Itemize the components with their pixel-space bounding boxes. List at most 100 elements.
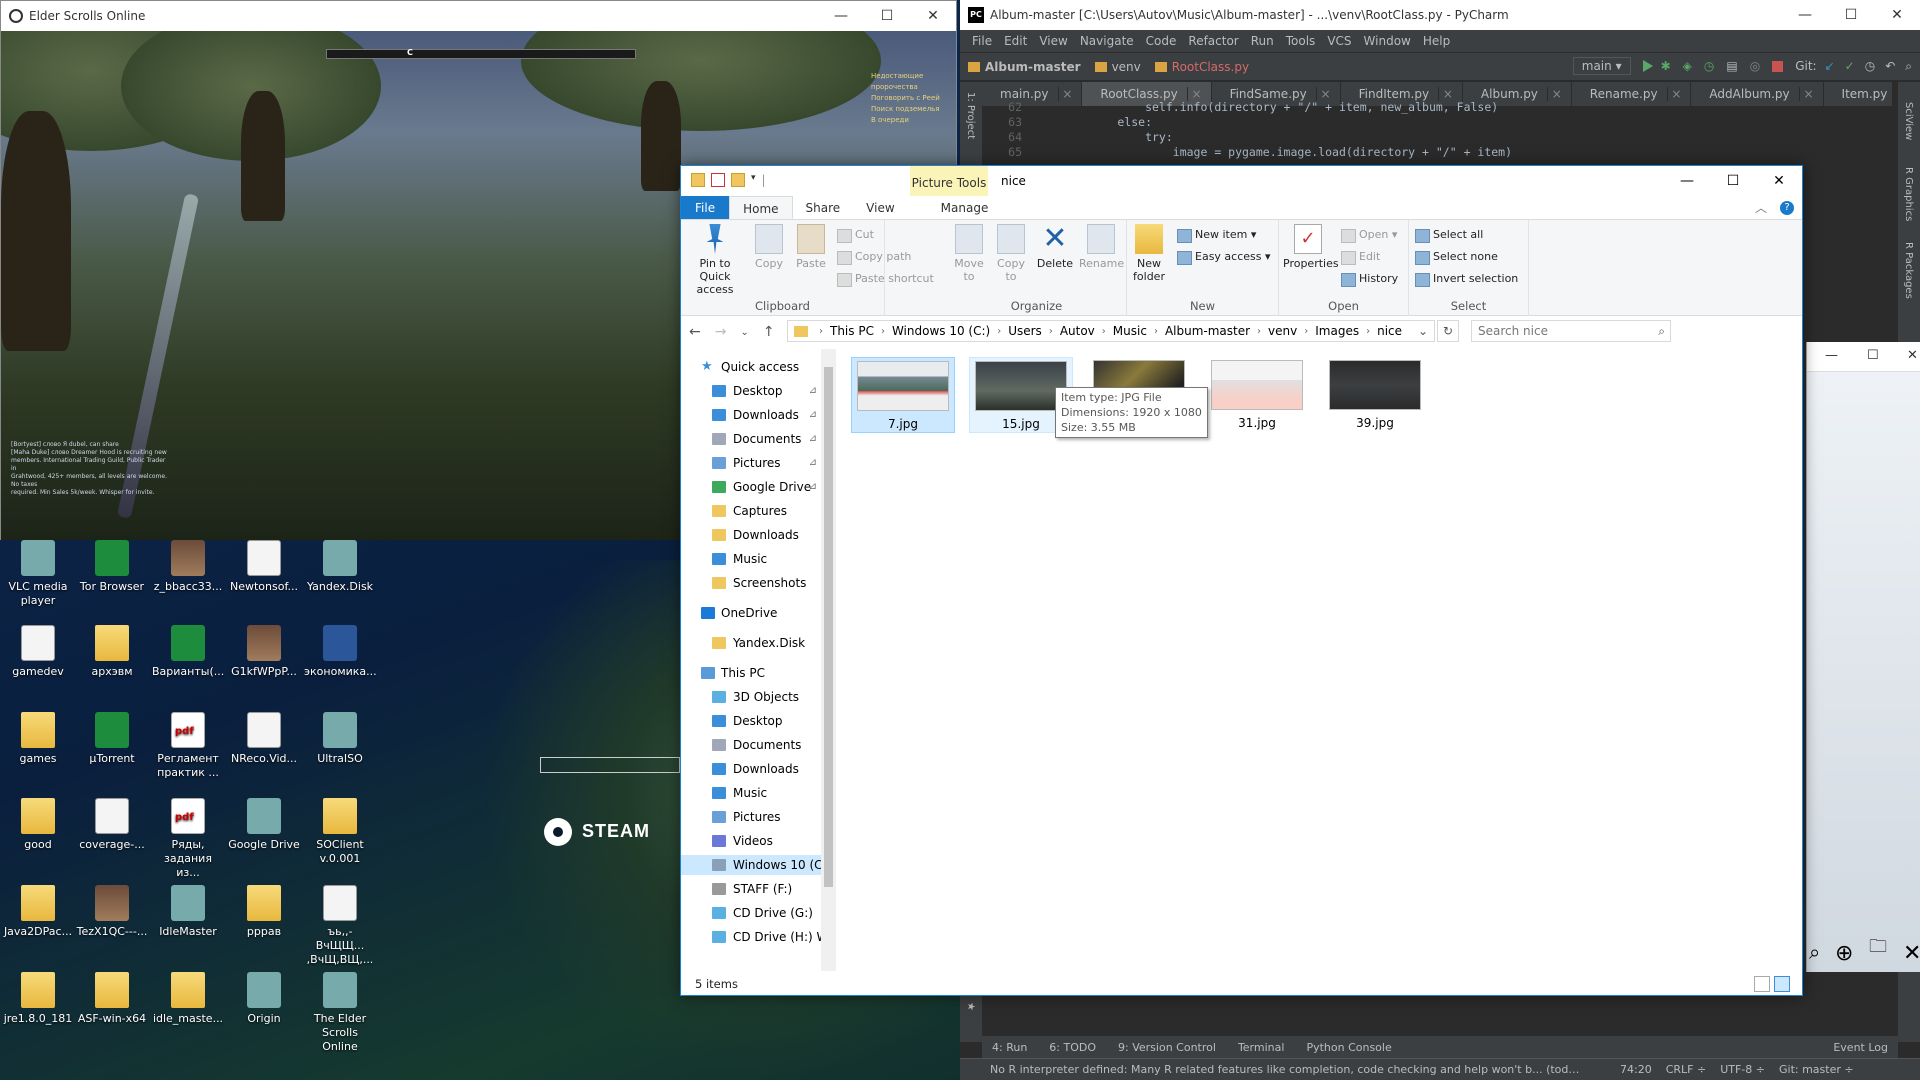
desktop-icon[interactable]: Регламент практик ... bbox=[152, 712, 224, 780]
breadcrumb-segment[interactable]: Images bbox=[1315, 324, 1359, 338]
history-button[interactable]: History bbox=[1341, 272, 1398, 287]
nav-item[interactable]: Yandex.Disk bbox=[681, 633, 821, 653]
copy-button[interactable]: Copy bbox=[751, 224, 787, 270]
tab-home[interactable]: Home bbox=[729, 196, 793, 219]
tool-window-button[interactable]: 6: TODO bbox=[1049, 1041, 1096, 1054]
chevron-right-icon[interactable]: › bbox=[819, 326, 823, 337]
nav-item[interactable]: ★ Quick access bbox=[681, 357, 821, 377]
new-folder-button[interactable]: New folder bbox=[1129, 224, 1169, 283]
chevron-right-icon[interactable]: › bbox=[1049, 326, 1053, 337]
nav-item[interactable]: Music bbox=[681, 549, 821, 569]
desktop-icon[interactable]: µTorrent bbox=[76, 712, 148, 766]
status-item[interactable]: 74:20 bbox=[1620, 1063, 1652, 1076]
background-window[interactable]: — ☐ ✕ ⌕ ⊕ 🗀 ✕ bbox=[1806, 342, 1920, 972]
close-icon[interactable]: × bbox=[1317, 87, 1331, 101]
menu-item-code[interactable]: Code bbox=[1140, 34, 1183, 48]
breadcrumb-segment[interactable]: Album-master bbox=[1165, 324, 1250, 338]
tab-manage[interactable]: Manage bbox=[928, 196, 1002, 219]
select-none-button[interactable]: Select none bbox=[1415, 250, 1498, 265]
new-folder-icon[interactable] bbox=[731, 173, 745, 187]
desktop-icon[interactable]: jre1.8.0_181 bbox=[2, 972, 74, 1026]
details-view-icon[interactable] bbox=[1754, 976, 1770, 992]
editor-tab[interactable]: Item.py × bbox=[1824, 82, 1892, 106]
file-list[interactable]: 7.jpg 15.jpg 31.jpg 39.jpg bbox=[841, 349, 1802, 971]
desktop-icon[interactable]: Варианты(... bbox=[152, 625, 224, 679]
menu-item-view[interactable]: View bbox=[1033, 34, 1073, 48]
status-message[interactable]: No R interpreter defined: Many R related… bbox=[990, 1063, 1580, 1076]
close-icon[interactable]: ✕ bbox=[1907, 348, 1918, 363]
minimize-icon[interactable]: — bbox=[1825, 348, 1838, 363]
menu-item-run[interactable]: Run bbox=[1245, 34, 1280, 48]
nav-item[interactable]: CD Drive (H:) WI bbox=[681, 927, 821, 947]
desktop-icon[interactable]: SOClient v.0.001 bbox=[304, 798, 376, 866]
breadcrumb-segment[interactable]: Users bbox=[1008, 324, 1042, 338]
nav-item[interactable]: CD Drive (G:) bbox=[681, 903, 821, 923]
chevron-right-icon[interactable]: › bbox=[881, 326, 885, 337]
tool-window-button[interactable]: 9: Version Control bbox=[1118, 1041, 1216, 1054]
nav-item[interactable]: 3D Objects bbox=[681, 687, 821, 707]
eso-titlebar[interactable]: Elder Scrolls Online — ☐ ✕ bbox=[1, 1, 956, 31]
nav-item[interactable]: Pictures bbox=[681, 807, 821, 827]
properties-button[interactable]: ✓ Properties bbox=[1283, 224, 1339, 270]
status-item[interactable]: Git: master ÷ bbox=[1779, 1063, 1854, 1076]
desktop-icon[interactable]: Newtonsof... bbox=[228, 540, 300, 594]
desktop-icon[interactable]: G1kfWPpP... bbox=[228, 625, 300, 679]
maximize-icon[interactable]: ☐ bbox=[1710, 166, 1756, 196]
desktop-icon[interactable]: Tor Browser bbox=[76, 540, 148, 594]
desktop-icon[interactable]: Ряды, задания из... bbox=[152, 798, 224, 880]
menu-item-window[interactable]: Window bbox=[1358, 34, 1417, 48]
desktop-icon[interactable]: Yandex.Disk bbox=[304, 540, 376, 594]
desktop-icon[interactable]: Origin bbox=[228, 972, 300, 1026]
nav-item[interactable]: Downloads ⊿ bbox=[681, 405, 821, 425]
r-packages-tool-button[interactable]: R Packages bbox=[1903, 242, 1914, 299]
copy-to-button[interactable]: Copy to bbox=[993, 224, 1029, 283]
help-icon[interactable]: ? bbox=[1780, 201, 1794, 215]
nav-item[interactable]: Documents bbox=[681, 735, 821, 755]
properties-icon[interactable] bbox=[711, 173, 725, 187]
chevron-down-icon[interactable]: ⌄ bbox=[1418, 324, 1428, 338]
status-item[interactable]: UTF-8 ÷ bbox=[1720, 1063, 1765, 1076]
vcs-history-icon[interactable]: ◷ bbox=[1865, 59, 1875, 73]
r-graphics-tool-button[interactable]: R Graphics bbox=[1903, 167, 1914, 221]
nav-item[interactable]: Desktop bbox=[681, 711, 821, 731]
breadcrumb-project[interactable]: Album-master bbox=[968, 60, 1081, 74]
desktop-icon[interactable]: The Elder Scrolls Online bbox=[304, 972, 376, 1054]
tab-view[interactable]: View bbox=[853, 196, 907, 219]
code-editor[interactable]: 62 self.info(directory + "/" + item, new… bbox=[982, 100, 1898, 166]
desktop-icon[interactable]: ASF-win-x64 bbox=[76, 972, 148, 1026]
maximize-icon[interactable]: ☐ bbox=[1828, 0, 1874, 30]
large-icons-view-icon[interactable] bbox=[1774, 976, 1790, 992]
editor-tab[interactable]: AddAlbum.py × bbox=[1691, 82, 1824, 106]
editor-tab[interactable]: Rename.py × bbox=[1572, 82, 1692, 106]
close-icon[interactable]: × bbox=[1188, 87, 1202, 101]
nav-item[interactable]: Documents ⊿ bbox=[681, 429, 821, 449]
pin-to-quick-access-button[interactable]: Pin to Quick access bbox=[685, 224, 745, 296]
close-icon[interactable]: × bbox=[1059, 87, 1072, 101]
breadcrumb-venv[interactable]: venv bbox=[1094, 60, 1141, 74]
desktop-icon[interactable]: good bbox=[2, 798, 74, 852]
profile-icon[interactable]: ◷ bbox=[1704, 59, 1714, 73]
vcs-update-icon[interactable]: ↙ bbox=[1825, 59, 1835, 73]
minimize-icon[interactable]: — bbox=[1664, 166, 1710, 196]
maximize-icon[interactable]: ☐ bbox=[1867, 348, 1879, 363]
nav-item[interactable]: Captures bbox=[681, 501, 821, 521]
desktop-icon[interactable]: экономика... bbox=[304, 625, 377, 679]
breadcrumb-segment[interactable]: This PC bbox=[830, 324, 874, 338]
nav-item[interactable]: STAFF (F:) bbox=[681, 879, 821, 899]
menu-item-vcs[interactable]: VCS bbox=[1321, 34, 1357, 48]
chevron-right-icon[interactable]: › bbox=[1154, 326, 1158, 337]
desktop-icon[interactable]: Java2DPac... bbox=[2, 885, 74, 939]
zoom-icon[interactable]: ⌕ bbox=[1809, 940, 1820, 964]
code-line[interactable]: self.info(directory + "/" + item, new_al… bbox=[1062, 100, 1498, 114]
desktop-icon[interactable]: TezX1QC---... bbox=[76, 885, 148, 939]
file-explorer-window[interactable]: ▾ | Picture Tools nice — ☐ ✕ File Home S… bbox=[680, 165, 1803, 996]
desktop-icon[interactable]: VLC media player bbox=[2, 540, 74, 608]
desktop-icon[interactable]: IdleMaster bbox=[152, 885, 224, 939]
nav-item[interactable]: Desktop ⊿ bbox=[681, 381, 821, 401]
tool-window-button[interactable]: Python Console bbox=[1306, 1041, 1391, 1054]
menu-item-tools[interactable]: Tools bbox=[1280, 34, 1322, 48]
easy-access-button[interactable]: Easy access ▾ bbox=[1177, 250, 1271, 265]
stop-icon[interactable] bbox=[1772, 60, 1784, 72]
breadcrumb-segment[interactable]: Windows 10 (C:) bbox=[892, 324, 990, 338]
select-all-button[interactable]: Select all bbox=[1415, 228, 1483, 243]
